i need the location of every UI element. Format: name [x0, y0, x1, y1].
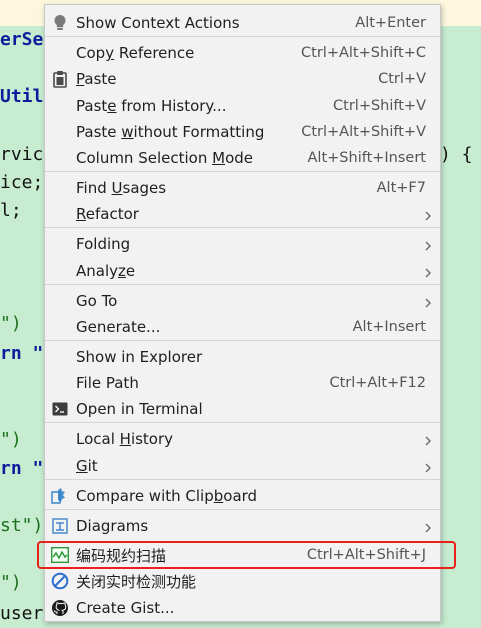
menu-item-shortcut: Ctrl+Alt+Shift+C: [301, 45, 426, 61]
menu-item-label: File Path: [76, 374, 139, 392]
menu-item-local-history[interactable]: Local History: [45, 426, 440, 452]
menu-separator: [45, 509, 440, 510]
menu-item-show-in-explorer[interactable]: Show in Explorer: [45, 344, 440, 370]
menu-item-refactor[interactable]: Refactor: [45, 201, 440, 227]
menu-item-file-path[interactable]: File Path Ctrl+Alt+F12: [45, 370, 440, 396]
compare-icon: [51, 487, 69, 505]
menu-item-label: Go To: [76, 292, 118, 310]
menu-item-shortcut: Alt+Shift+Insert: [307, 150, 426, 166]
menu-separator: [45, 171, 440, 172]
menu-item-shortcut: Ctrl+Alt+F12: [329, 375, 426, 391]
highlight-annotation: [37, 541, 456, 569]
menu-item-open-in-terminal[interactable]: Open in Terminal: [45, 396, 440, 422]
menu-item-analyze[interactable]: Analyze: [45, 258, 440, 284]
diagram-icon: [51, 517, 69, 535]
menu-item-shortcut: Alt+F7: [376, 180, 426, 196]
menu-item-label: Show in Explorer: [76, 348, 203, 366]
code-line: "): [0, 313, 22, 334]
menu-item-column-selection-mode[interactable]: Column Selection Mode Alt+Shift+Insert: [45, 145, 440, 171]
chevron-right-icon: [422, 265, 434, 278]
menu-item-shortcut: Ctrl+Shift+V: [333, 98, 426, 114]
code-line: "): [0, 572, 22, 593]
menu-item-paste-from-history[interactable]: Paste from History... Ctrl+Shift+V: [45, 93, 440, 119]
menu-separator: [45, 479, 440, 480]
menu-item-label: Generate...: [76, 318, 161, 336]
code-line: Util: [0, 86, 44, 107]
chevron-right-icon: [422, 460, 434, 473]
menu-item-label: Folding: [76, 235, 131, 253]
clipboard-icon: [51, 70, 69, 88]
menu-item-shortcut: Ctrl+V: [378, 71, 426, 87]
menu-item-folding[interactable]: Folding: [45, 231, 440, 257]
menu-item-generate[interactable]: Generate... Alt+Insert: [45, 314, 440, 340]
menu-item-label: 关闭实时检测功能: [76, 572, 197, 591]
code-line-right: ) {: [440, 144, 473, 165]
menu-item-shortcut: Ctrl+Alt+Shift+V: [301, 124, 426, 140]
menu-item-copy-reference[interactable]: Copy Reference Ctrl+Alt+Shift+C: [45, 40, 440, 66]
menu-item-label: Paste from History...: [76, 97, 227, 115]
menu-separator: [45, 36, 440, 37]
disable-icon: [51, 572, 69, 590]
chevron-right-icon: [422, 295, 434, 308]
menu-item-compare-with-clipboard[interactable]: Compare with Clipboard: [45, 483, 440, 509]
menu-separator: [45, 284, 440, 285]
menu-item-go-to[interactable]: Go To: [45, 288, 440, 314]
menu-item-diagrams[interactable]: Diagrams: [45, 513, 440, 539]
menu-item-show-context-actions[interactable]: Show Context Actions Alt+Enter: [45, 10, 440, 36]
menu-item-label: Refactor: [76, 205, 139, 223]
menu-item-label: Paste without Formatting: [76, 123, 265, 141]
menu-item-find-usages[interactable]: Find Usages Alt+F7: [45, 175, 440, 201]
menu-item-item-20[interactable]: 关闭实时检测功能: [45, 568, 440, 594]
menu-item-label: Find Usages: [76, 179, 167, 197]
terminal-icon: [51, 400, 69, 418]
chevron-right-icon: [422, 208, 434, 221]
chevron-right-icon: [422, 433, 434, 446]
menu-item-label: Analyze: [76, 262, 136, 280]
menu-item-shortcut: Alt+Enter: [355, 15, 426, 31]
menu-item-git[interactable]: Git: [45, 453, 440, 479]
menu-item-label: Compare with Clipboard: [76, 487, 258, 505]
menu-item-shortcut: Alt+Insert: [352, 319, 426, 335]
menu-item-label: Copy Reference: [76, 44, 195, 62]
menu-item-label: Create Gist...: [76, 599, 175, 617]
menu-item-label: Git: [76, 457, 98, 475]
menu-separator: [45, 340, 440, 341]
menu-item-label: Paste: [76, 70, 117, 88]
code-line: st"): [0, 515, 44, 536]
chevron-right-icon: [422, 238, 434, 251]
menu-item-label: Local History: [76, 430, 174, 448]
code-line: ice;: [0, 172, 44, 193]
context-menu: Show Context Actions Alt+Enter Copy Refere…: [44, 4, 441, 622]
menu-separator: [45, 227, 440, 228]
menu-item-label: Diagrams: [76, 517, 149, 535]
chevron-right-icon: [422, 520, 434, 533]
menu-item-paste[interactable]: Paste Ctrl+V: [45, 66, 440, 92]
code-line: rvic: [0, 144, 44, 165]
menu-item-label: Open in Terminal: [76, 400, 203, 418]
code-line: user: [0, 603, 44, 624]
menu-separator: [45, 422, 440, 423]
code-line: "): [0, 429, 22, 450]
menu-item-label: Show Context Actions: [76, 14, 240, 32]
code-line: l;: [0, 200, 22, 221]
menu-item-label: Column Selection Mode: [76, 149, 253, 167]
bulb-icon: [51, 14, 69, 32]
menu-item-paste-without-formatting[interactable]: Paste without Formatting Ctrl+Alt+Shift+V: [45, 119, 440, 145]
github-icon: [51, 599, 69, 617]
menu-item-create-gist[interactable]: Create Gist...: [45, 595, 440, 621]
